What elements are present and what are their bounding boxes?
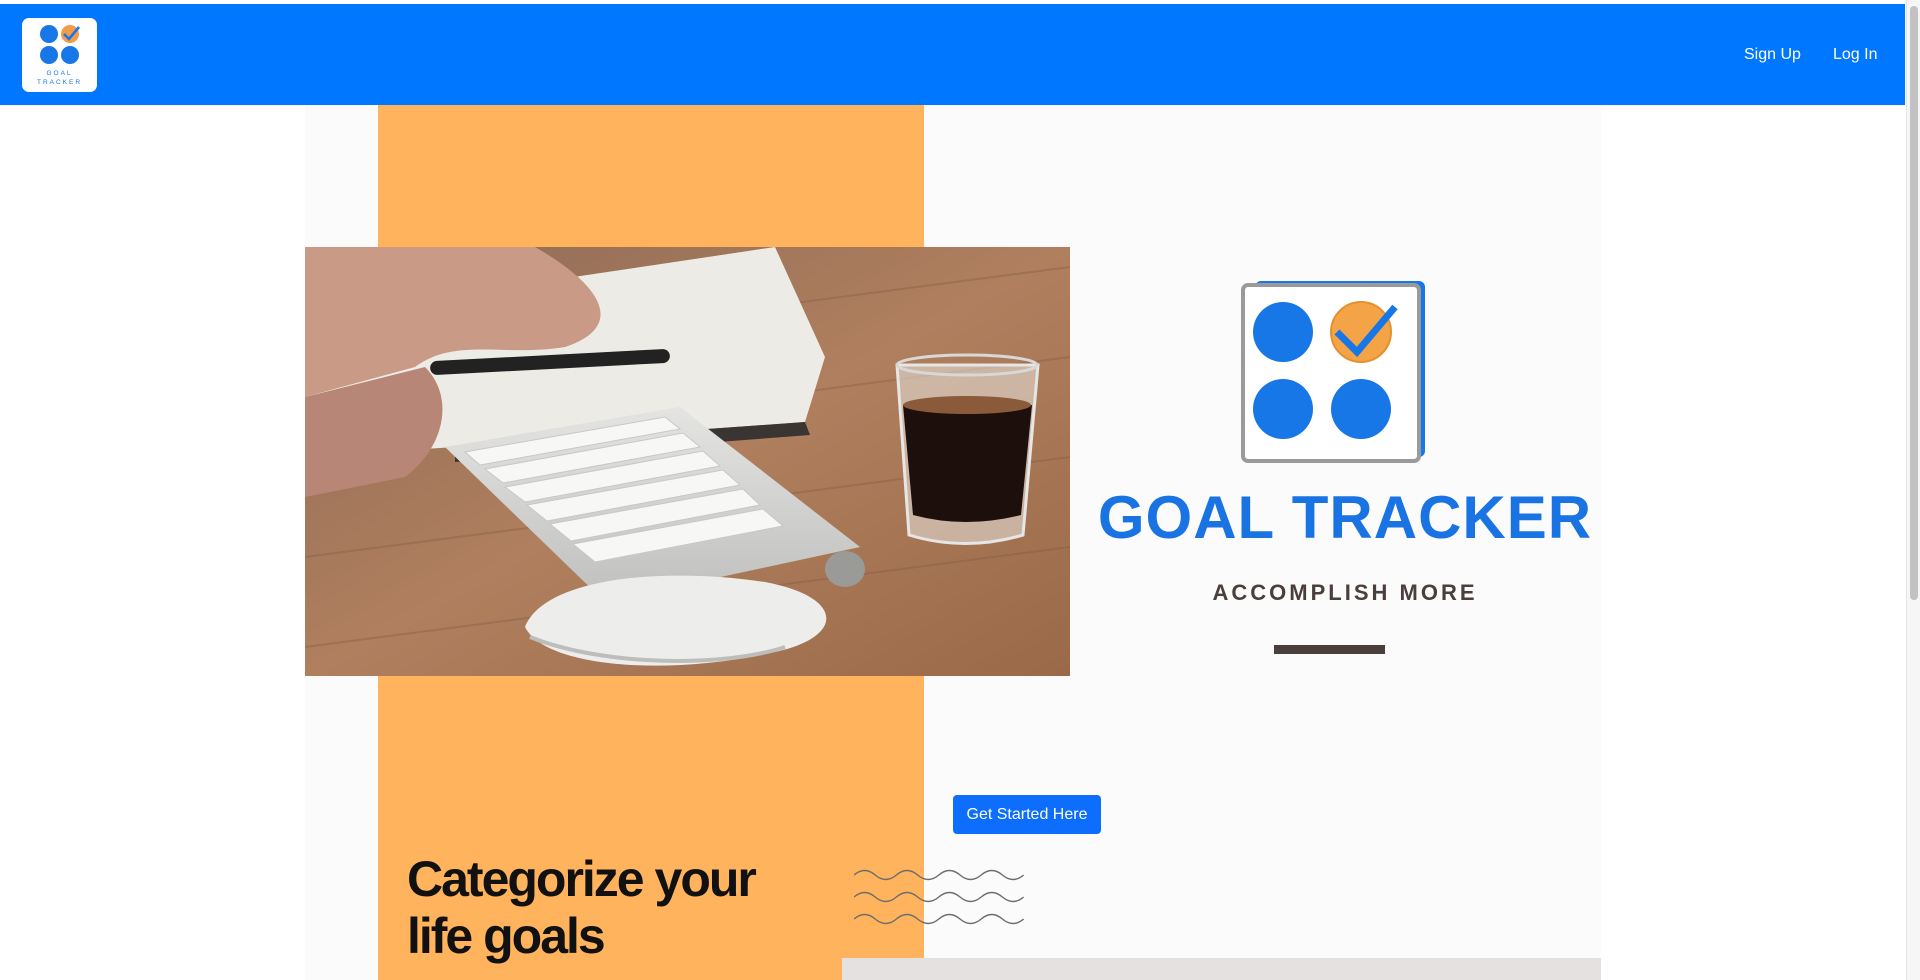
bottom-image-strip: [842, 958, 1601, 980]
page-scrollbar[interactable]: [1906, 0, 1920, 980]
brand-title: GOAL TRACKER: [1097, 484, 1593, 551]
goal-tracker-emblem-icon: [1241, 281, 1425, 463]
brand-tagline: ACCOMPLISH MORE: [1212, 580, 1478, 605]
logo-line2-text: TRACKER: [37, 79, 82, 86]
sign-up-link[interactable]: Sign Up: [1744, 46, 1801, 64]
logo-line1-text: GOAL: [46, 70, 72, 77]
wavy-lines-decoration: [854, 869, 1024, 925]
get-started-button[interactable]: Get Started Here: [953, 795, 1101, 834]
desk-photo-image: [305, 247, 1070, 676]
top-navbar: GOAL TRACKER Sign Up Log In: [0, 4, 1905, 105]
brand-logo: [1235, 275, 1435, 480]
hero-section: GOAL TRACKER ACCOMPLISH MORE Get Started…: [305, 105, 1601, 980]
nav-logo[interactable]: GOAL TRACKER: [22, 18, 97, 92]
log-in-link[interactable]: Log In: [1833, 46, 1877, 64]
section-heading: Categorize your life goals: [407, 851, 757, 964]
goal-tracker-logo-icon: GOAL TRACKER: [37, 25, 82, 86]
hero-photo: [305, 247, 1070, 676]
scrollbar-thumb[interactable]: [1910, 6, 1918, 600]
brand-divider: [1274, 645, 1385, 654]
